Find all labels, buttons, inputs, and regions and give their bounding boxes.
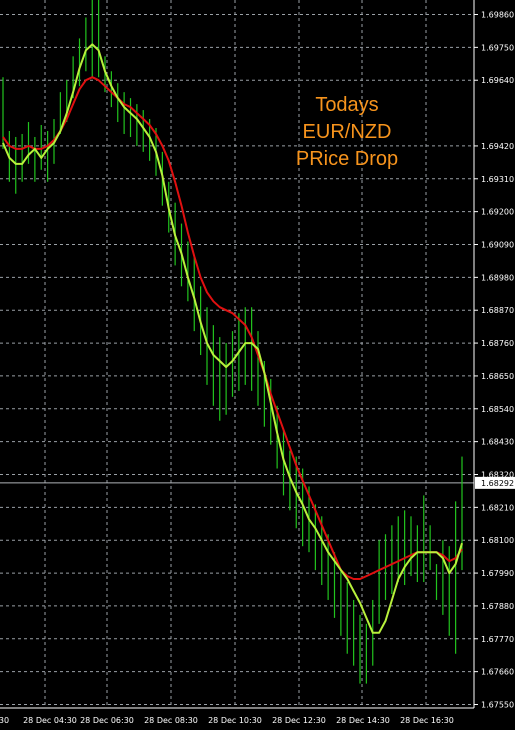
y-tick-label: 1.67770: [481, 635, 514, 644]
y-tick-label: 1.68870: [481, 306, 514, 315]
x-tick-label: 28 Dec 10:30: [208, 716, 262, 725]
price-chart[interactable]: 1.69860 1.69750 1.69640 1.69420 1.69310 1.692…: [0, 0, 515, 730]
y-tick-label: 1.69750: [481, 43, 514, 52]
x-tick-label: 28 Dec 16:30: [400, 716, 454, 725]
time-axis: 30 28 Dec 04:30 28 Dec 06:30 28 Dec 08:30 28…: [0, 707, 474, 725]
annotation-line: EUR/NZD: [302, 121, 392, 143]
y-tick-label: 1.68650: [481, 372, 514, 381]
y-tick-label: 1.69310: [481, 175, 514, 184]
chart-annotation: Todays EUR/NZD PRice Drop: [262, 92, 432, 173]
y-tick-label: 1.69420: [481, 142, 514, 151]
y-tick-label: 1.69090: [481, 241, 514, 250]
price-axis: 1.69860 1.69750 1.69640 1.69420 1.69310 1.692…: [473, 0, 515, 710]
y-tick-label: 1.67660: [481, 668, 514, 677]
y-tick-label: 1.69200: [481, 208, 514, 217]
x-tick-label: 28 Dec 14:30: [336, 716, 390, 725]
y-tick-label: 1.68540: [481, 405, 514, 414]
annotation-line: PRice Drop: [295, 148, 399, 170]
y-tick-label: 1.69640: [481, 76, 514, 85]
x-tick-label: 28 Dec 12:30: [272, 716, 326, 725]
x-tick-label: 28 Dec 06:30: [80, 716, 134, 725]
current-price-label: 1.68292: [481, 479, 514, 488]
y-tick-label: 1.68100: [481, 536, 514, 545]
annotation-line: Todays: [315, 94, 379, 116]
x-tick-label: 30: [0, 716, 9, 725]
x-tick-label: 28 Dec 08:30: [144, 716, 198, 725]
y-tick-label: 1.67550: [481, 701, 514, 710]
y-tick-label: 1.69860: [481, 11, 514, 20]
y-tick-label: 1.67880: [481, 602, 514, 611]
y-tick-label: 1.68210: [481, 503, 514, 512]
x-tick-label: 28 Dec 04:30: [23, 716, 77, 725]
y-tick-label: 1.67990: [481, 569, 514, 578]
y-tick-label: 1.68430: [481, 438, 514, 447]
y-tick-label: 1.68760: [481, 339, 514, 348]
y-tick-label: 1.68980: [481, 273, 514, 282]
